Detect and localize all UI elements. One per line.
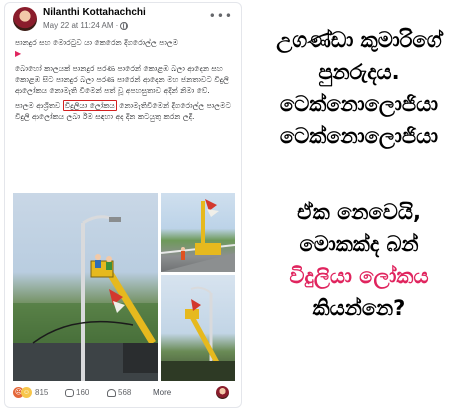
reaction-count[interactable]: 815 — [35, 388, 48, 397]
haha-reaction-icon[interactable]: ☺ — [21, 387, 32, 398]
photo-night-street-lamp[interactable] — [161, 275, 235, 381]
photo-street-lamp-illustration — [161, 286, 235, 381]
photo-crane-illustration — [13, 215, 158, 381]
commentary-line-7: විදුලියා ලෝකය — [289, 264, 429, 288]
photo-crane-lamp-post[interactable] — [13, 193, 158, 381]
photo-grid — [13, 193, 235, 381]
red-triangle-icon: ▶ — [15, 49, 22, 58]
reaction-bar: ☹ ☺ 815 160 568 More — [13, 385, 235, 401]
comment-count: 160 — [76, 388, 90, 397]
commentary-line-5: ඒක නෙවෙයි, — [297, 200, 421, 224]
more-options-icon[interactable]: ••• — [209, 9, 233, 23]
share-stat[interactable]: 568 — [107, 388, 131, 397]
share-count: 568 — [118, 388, 132, 397]
post-caption: පානදුර සහ මොරටුව යා කෙරෙන දිගරොල්ල පාලම … — [5, 37, 241, 122]
caption-title: පානදුර සහ මොරටුව යා කෙරෙන දිගරොල්ල පාලම — [15, 38, 179, 47]
share-icon — [107, 388, 116, 397]
commentary-line-3: ටෙක්නොලොජියා — [279, 92, 439, 116]
comment-stat[interactable]: 160 — [65, 388, 89, 397]
meta-separator: · — [115, 21, 119, 30]
commentary-line-4: ටෙක්නොලොජියා — [279, 124, 439, 148]
commentary-spacer — [250, 152, 468, 196]
commentary-line-6: මොකක්ද බන් — [299, 232, 419, 256]
author-name[interactable]: Nilanthi Kottahachchi — [43, 7, 146, 18]
commentary-line-1: උගණ්ඩා කුමාරිගේ — [276, 28, 442, 52]
caption-line-1: පානදුර සහ මොරටුව යා කෙරෙන දිගරොල්ල පාලම … — [15, 37, 231, 59]
photo-bridge-illustration — [161, 199, 235, 272]
caption-paragraph-2: බොහෝ කාලයක් පානදුර පරණ පාරෙන් කොළඹ බලා ආ… — [15, 64, 229, 95]
caption-text-before: පාලම ආශ්‍රිතව — [15, 101, 63, 110]
more-button[interactable]: More — [153, 388, 171, 397]
commentary-line-2: පුනරුදය. — [318, 60, 400, 84]
comment-icon — [65, 388, 74, 397]
post-date[interactable]: May 22 at 11:24 AM — [43, 21, 114, 30]
caption-paragraph-3: පාලම ආශ්‍රිතව විදුලියා ලෝකය නොමැතිවීමෙන්… — [15, 100, 231, 122]
facebook-post: Nilanthi Kottahachchi May 22 at 11:24 AM… — [4, 2, 242, 408]
commentary-text: උගණ්ඩා කුමාරිගේ පුනරුදය. ටෙක්නොලොජියා ටෙ… — [250, 24, 468, 324]
commentary-line-8: කියන්නෙ? — [312, 296, 406, 320]
globe-icon — [120, 21, 129, 30]
photo-bridge-crane[interactable] — [161, 193, 235, 272]
post-meta: May 22 at 11:24 AM · — [43, 21, 129, 30]
author-avatar[interactable] — [13, 7, 37, 31]
post-header: Nilanthi Kottahachchi May 22 at 11:24 AM… — [5, 3, 241, 37]
viewer-avatar[interactable] — [216, 386, 229, 399]
highlighted-phrase: විදුලියා ලෝකය — [62, 100, 117, 111]
